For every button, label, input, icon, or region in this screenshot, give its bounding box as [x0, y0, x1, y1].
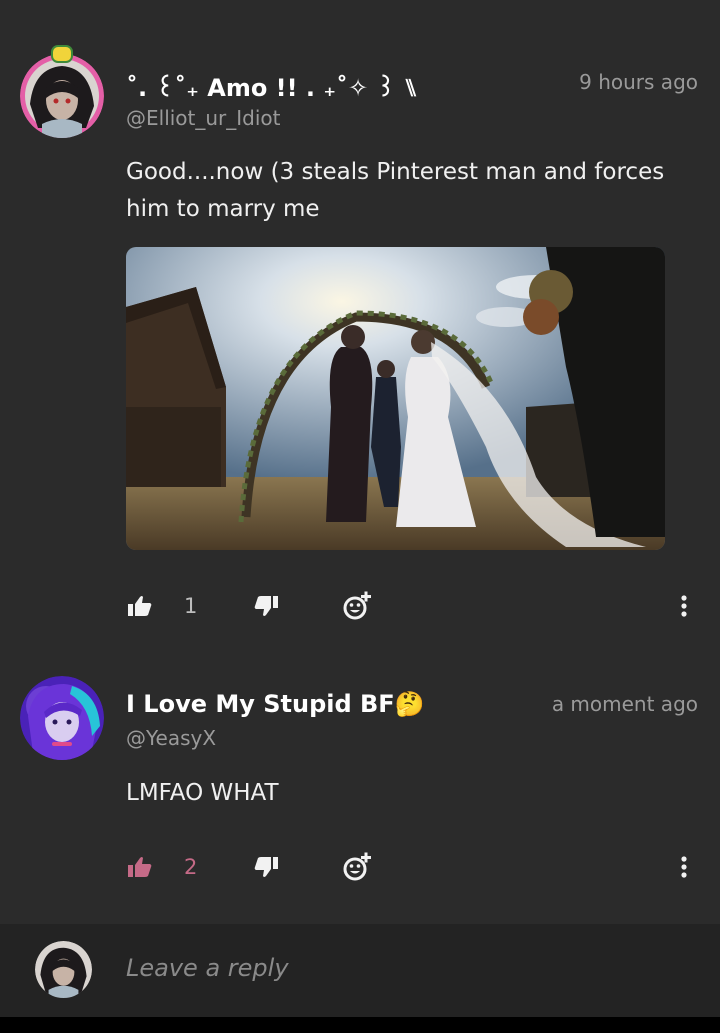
timestamp: 9 hours ago [579, 70, 698, 94]
more-options-button[interactable] [680, 586, 688, 626]
more-options-button[interactable] [680, 847, 688, 887]
like-count: 2 [184, 855, 198, 879]
comment-actions: 1 [126, 586, 696, 626]
dislike-button[interactable] [254, 847, 278, 887]
thumbs-down-icon [254, 596, 278, 616]
current-user-avatar [35, 941, 92, 998]
avatar[interactable] [20, 676, 104, 760]
add-reaction-button[interactable] [342, 586, 372, 626]
reply-input[interactable]: Leave a reply [126, 954, 289, 982]
attached-photo[interactable] [126, 247, 665, 550]
thumbs-down-icon [254, 857, 278, 877]
comment-text: LMFAO WHAT [126, 780, 279, 806]
comment-actions: 2 [126, 847, 696, 887]
author-name[interactable]: ˚. ꒰˚₊ Amo !! . ₊˚✧ ꒱ ⑊ [126, 70, 418, 102]
comment-text: Good....now (3 steals Pinterest man and … [126, 159, 665, 222]
reply-bar: Leave a reply [0, 924, 720, 1017]
more-vertical-icon [681, 595, 687, 617]
dislike-button[interactable] [254, 586, 278, 626]
thumbs-up-icon [128, 596, 152, 616]
add-reaction-icon [343, 591, 371, 620]
author-name[interactable]: I Love My Stupid BF🤔 [126, 690, 425, 718]
avatar[interactable] [20, 54, 104, 138]
like-button[interactable]: 1 [128, 586, 197, 626]
author-handle[interactable]: @YeasyX [126, 726, 216, 750]
timestamp: a moment ago [551, 692, 698, 716]
author-handle[interactable]: @Elliot_ur_Idiot [126, 106, 281, 130]
more-vertical-icon [681, 856, 687, 878]
add-reaction-button[interactable] [342, 847, 372, 887]
like-button[interactable]: 2 [128, 847, 197, 887]
add-reaction-icon [343, 852, 371, 881]
avatar-frog-badge-icon [51, 45, 73, 63]
bottom-edge [0, 1017, 720, 1033]
like-count: 1 [184, 594, 198, 618]
thumbs-up-icon [128, 857, 152, 877]
